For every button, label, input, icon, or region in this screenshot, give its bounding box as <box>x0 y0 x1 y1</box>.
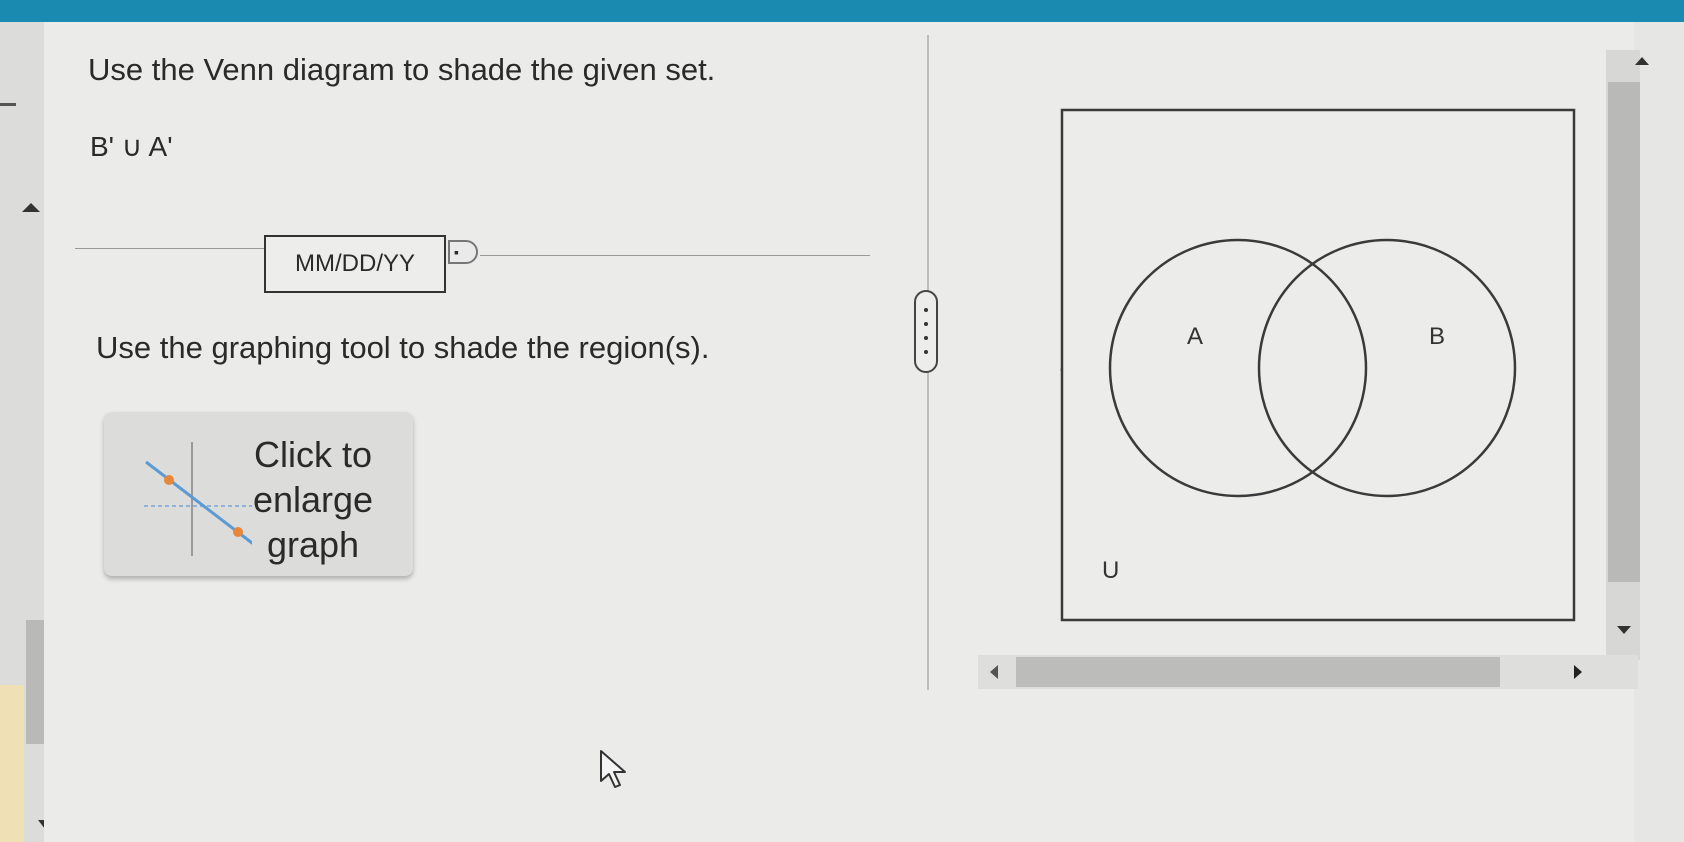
top-bar <box>0 0 1684 22</box>
vertical-scroll-thumb[interactable] <box>1608 82 1640 582</box>
scroll-down-arrow-icon[interactable] <box>1617 626 1631 634</box>
calendar-button[interactable]: ▪ <box>448 240 478 264</box>
scroll-up-arrow-icon[interactable] <box>1635 57 1649 65</box>
rail-dash <box>0 103 16 106</box>
graph-icon <box>144 442 252 556</box>
separator-line <box>480 255 870 256</box>
question-title: Use the Venn diagram to shade the given … <box>88 52 716 87</box>
set-a-label: A <box>1187 323 1203 350</box>
date-input[interactable]: MM/DD/YY <box>264 235 446 293</box>
side-strip <box>0 685 24 842</box>
pane-splitter-handle[interactable] <box>914 290 938 373</box>
venn-diagram[interactable]: A B U <box>1060 108 1580 628</box>
left-scroll-up-arrow-icon[interactable] <box>22 203 40 212</box>
enlarge-graph-button[interactable]: Click to enlarge graph <box>104 412 413 576</box>
set-b-label: B <box>1429 323 1445 350</box>
universe-label: U <box>1102 557 1119 584</box>
scroll-left-arrow-icon[interactable] <box>990 665 998 679</box>
universe-rectangle[interactable] <box>1060 108 1576 622</box>
instruction-text: Use the graphing tool to shade the regio… <box>96 330 710 365</box>
calendar-icon: ▪ <box>454 244 459 260</box>
separator-line <box>75 248 265 249</box>
scroll-right-arrow-icon[interactable] <box>1574 665 1582 679</box>
enlarge-graph-label: Click to enlarge graph <box>252 434 374 565</box>
horizontal-scroll-thumb[interactable] <box>1016 657 1500 687</box>
set-expression: B' ∪ A' <box>90 131 173 162</box>
mouse-cursor-icon <box>600 750 626 788</box>
